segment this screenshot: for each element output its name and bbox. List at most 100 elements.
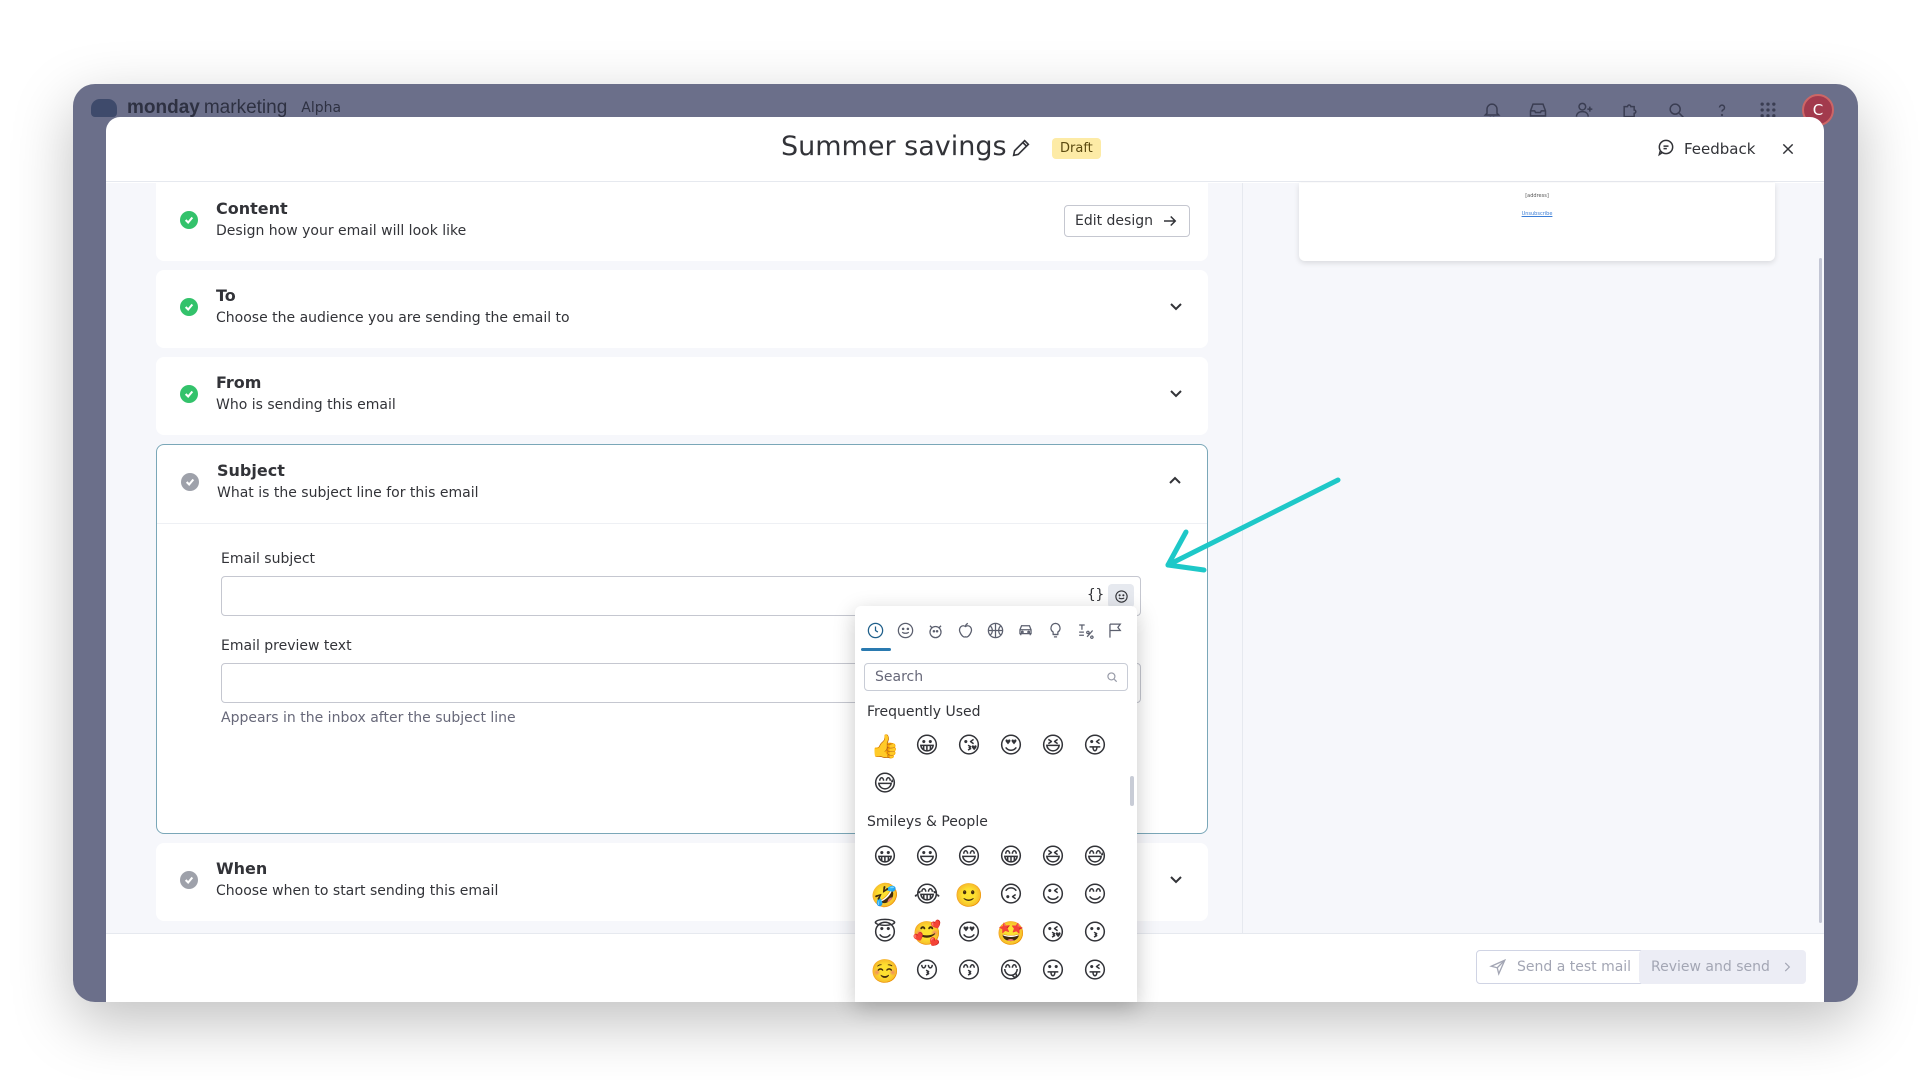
modal-header: Summer savings Draft Feedback	[106, 117, 1824, 182]
send-test-label: Send a test mail	[1517, 959, 1632, 975]
edit-design-button[interactable]: Edit design	[1063, 205, 1190, 237]
active-tab-indicator	[861, 648, 891, 651]
step-title: Subject	[217, 461, 285, 480]
check-circle-icon	[180, 385, 198, 403]
travel-category-icon[interactable]	[1013, 618, 1037, 642]
emoji-option[interactable]: 😅	[864, 769, 906, 799]
emoji-option[interactable]: 🙂	[948, 880, 990, 910]
emoji-option[interactable]: 😜	[1074, 956, 1116, 986]
logo-text: monday	[127, 97, 200, 118]
review-and-send-button[interactable]: Review and send	[1639, 950, 1806, 984]
personalize-braces-icon[interactable]: {}	[1087, 587, 1104, 603]
step-to[interactable]: To Choose the audience you are sending t…	[156, 270, 1208, 348]
step-description: What is the subject line for this email	[217, 485, 479, 501]
picker-scrollbar[interactable]	[1130, 776, 1134, 806]
frequently-used-title: Frequently Used	[867, 704, 981, 720]
emoji-option[interactable]: 😄	[948, 842, 990, 872]
emoji-option[interactable]: 😅	[1074, 842, 1116, 872]
monday-logo-icon	[91, 99, 117, 117]
emoji-option[interactable]: 😁	[990, 842, 1032, 872]
status-badge: Draft	[1052, 138, 1101, 159]
chevron-down-icon[interactable]	[1168, 871, 1186, 889]
step-description: Who is sending this email	[216, 397, 396, 413]
email-subject-label: Email subject	[221, 551, 316, 567]
paper-plane-icon	[1489, 958, 1507, 976]
page-title[interactable]: Summer savings	[781, 131, 1007, 162]
emoji-option[interactable]: 😆	[1032, 842, 1074, 872]
step-content: Content Design how your email will look …	[156, 183, 1208, 261]
arrow-right-icon	[1164, 215, 1177, 227]
divider	[157, 523, 1207, 524]
step-title: When	[216, 859, 268, 878]
chat-bubble-icon	[1656, 137, 1676, 161]
close-button[interactable]	[1776, 137, 1800, 161]
emoji-option[interactable]: 😍	[990, 731, 1032, 761]
emoji-option[interactable]: 😇	[864, 918, 906, 948]
animal-category-icon[interactable]	[923, 618, 947, 642]
preview-address: [address]	[1525, 193, 1549, 199]
review-send-label: Review and send	[1651, 959, 1770, 975]
feedback-button[interactable]: Feedback	[1656, 137, 1755, 161]
alpha-badge: Alpha	[301, 100, 342, 116]
emoji-option[interactable]: 😙	[948, 956, 990, 986]
emoji-option[interactable]: 😛	[1032, 956, 1074, 986]
close-icon	[1782, 143, 1794, 155]
emoji-option[interactable]: 😉	[1032, 880, 1074, 910]
step-description: Choose when to start sending this email	[216, 883, 499, 899]
step-title: From	[216, 373, 262, 392]
send-test-mail-button[interactable]: Send a test mail	[1476, 950, 1645, 984]
emoji-option[interactable]: 😆	[1032, 731, 1074, 761]
check-circle-icon	[181, 473, 199, 491]
step-title: Content	[216, 199, 288, 218]
preview-helper-text: Appears in the inbox after the subject l…	[221, 710, 516, 726]
logo-product-text: marketing	[203, 97, 288, 118]
emoji-option[interactable]: 🤣	[864, 880, 906, 910]
emoji-option[interactable]: 😋	[990, 956, 1032, 986]
emoji-option[interactable]: 😀	[906, 731, 948, 761]
emoji-option[interactable]: 😂	[906, 880, 948, 910]
step-description: Choose the audience you are sending the …	[216, 310, 570, 326]
emoji-option[interactable]: 🤩	[990, 918, 1032, 948]
step-title: To	[216, 286, 236, 305]
emoji-picker: Search Frequently Used 👍 😀 😘 😍 😆 😜 😅 Smileys &…	[855, 606, 1137, 1002]
preview-scrollbar[interactable]	[1819, 258, 1822, 923]
clock-recent-icon[interactable]	[863, 618, 887, 642]
emoji-option[interactable]: 🥰	[906, 918, 948, 948]
smiley-category-icon[interactable]	[893, 618, 917, 642]
emoji-button[interactable]	[1108, 584, 1134, 608]
emoji-option[interactable]: 😊	[1074, 880, 1116, 910]
check-circle-icon	[180, 211, 198, 229]
emoji-option[interactable]: 😃	[906, 842, 948, 872]
check-circle-icon	[180, 298, 198, 316]
emoji-option[interactable]: 😘	[1032, 918, 1074, 948]
emoji-option[interactable]: 😗	[1074, 918, 1116, 948]
email-preview-label: Email preview text	[221, 638, 352, 654]
food-category-icon[interactable]	[953, 618, 977, 642]
smiley-icon	[1114, 589, 1128, 603]
chevron-down-icon[interactable]	[1168, 385, 1186, 403]
step-from[interactable]: From Who is sending this email	[156, 357, 1208, 435]
annotation-arrow-icon	[1165, 477, 1341, 573]
pencil-icon[interactable]	[1010, 137, 1032, 159]
objects-category-icon[interactable]	[1043, 618, 1067, 642]
chevron-down-icon[interactable]	[1168, 298, 1186, 316]
emoji-option[interactable]: 😜	[1074, 731, 1116, 761]
email-preview-card: [address] Unsubscribe	[1299, 183, 1775, 261]
emoji-option[interactable]: 😀	[864, 842, 906, 872]
emoji-option[interactable]: 😘	[948, 731, 990, 761]
flags-category-icon[interactable]	[1103, 618, 1127, 642]
emoji-option[interactable]: 🙃	[990, 880, 1032, 910]
emoji-search-placeholder: Search	[875, 669, 924, 685]
symbols-category-icon[interactable]	[1073, 618, 1097, 642]
frequently-used-grid: 👍 😀 😘 😍 😆 😜 😅	[864, 731, 1128, 799]
emoji-option[interactable]: 👍	[864, 731, 906, 761]
smileys-people-title: Smileys & People	[867, 814, 988, 830]
activity-category-icon[interactable]	[983, 618, 1007, 642]
preview-unsubscribe-link[interactable]: Unsubscribe	[1299, 211, 1775, 217]
emoji-option[interactable]: 😚	[906, 956, 948, 986]
emoji-option[interactable]: 😍	[948, 918, 990, 948]
edit-design-label: Edit design	[1074, 213, 1153, 229]
emoji-option[interactable]: ☺️	[864, 956, 906, 986]
emoji-search-input[interactable]: Search	[864, 663, 1128, 691]
smileys-people-grid: 😀 😃 😄 😁 😆 😅 🤣 😂 🙂 🙃 😉 😊 😇 🥰 😍 🤩 😘 😗 ☺️ 😚 😙 😋 😛 😜	[864, 842, 1128, 986]
